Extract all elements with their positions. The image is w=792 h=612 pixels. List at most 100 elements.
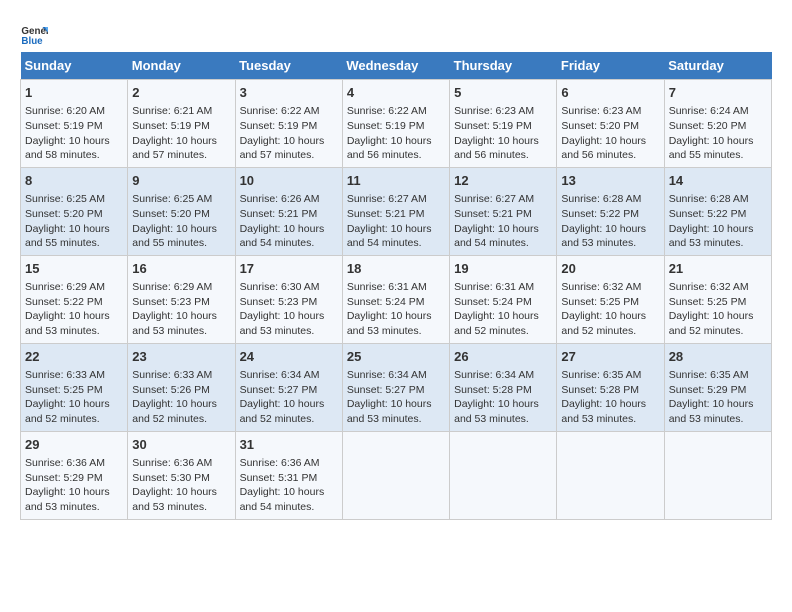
day-number: 9 [132, 172, 230, 190]
calendar-cell: 23 Sunrise: 6:33 AM Sunset: 5:26 PM Dayli… [128, 343, 235, 431]
day-number: 17 [240, 260, 338, 278]
calendar-cell [450, 431, 557, 519]
day-number: 14 [669, 172, 767, 190]
calendar-cell: 4Sunrise: 6:22 AM Sunset: 5:19 PM Daylig… [342, 80, 449, 168]
day-info: Sunrise: 6:22 AM Sunset: 5:19 PM Dayligh… [240, 104, 338, 163]
calendar-row: 29 Sunrise: 6:36 AM Sunset: 5:29 PM Dayli… [21, 431, 772, 519]
calendar-cell: 21Sunrise: 6:32 AM Sunset: 5:25 PM Dayli… [664, 255, 771, 343]
day-info: Sunrise: 6:35 AM Sunset: 5:28 PM Dayligh… [561, 368, 659, 427]
calendar-cell: 10Sunrise: 6:26 AM Sunset: 5:21 PM Dayli… [235, 167, 342, 255]
day-number: 2 [132, 84, 230, 102]
day-info: Sunrise: 6:33 AM Sunset: 5:25 PM Dayligh… [25, 368, 123, 427]
day-number: 12 [454, 172, 552, 190]
calendar-cell: 14 Sunrise: 6:28 AM Sunset: 5:22 PM Dayli… [664, 167, 771, 255]
day-info: Sunrise: 6:26 AM Sunset: 5:21 PM Dayligh… [240, 192, 338, 251]
day-number: 20 [561, 260, 659, 278]
day-info: Sunrise: 6:21 AM Sunset: 5:19 PM Dayligh… [132, 104, 230, 163]
day-info: Sunrise: 6:23 AM Sunset: 5:19 PM Dayligh… [454, 104, 552, 163]
calendar-cell: 28 Sunrise: 6:35 AM Sunset: 5:29 PM Dayli… [664, 343, 771, 431]
day-info: Sunrise: 6:35 AM Sunset: 5:29 PM Dayligh… [669, 368, 767, 427]
day-info: Sunrise: 6:36 AM Sunset: 5:29 PM Dayligh… [25, 456, 123, 515]
svg-text:Blue: Blue [21, 36, 43, 47]
calendar-cell: 20Sunrise: 6:32 AM Sunset: 5:25 PM Dayli… [557, 255, 664, 343]
day-info: Sunrise: 6:27 AM Sunset: 5:21 PM Dayligh… [454, 192, 552, 251]
header-cell-friday: Friday [557, 52, 664, 80]
calendar-cell: 27 Sunrise: 6:35 AM Sunset: 5:28 PM Dayli… [557, 343, 664, 431]
day-number: 31 [240, 436, 338, 454]
calendar-cell: 19 Sunrise: 6:31 AM Sunset: 5:24 PM Dayli… [450, 255, 557, 343]
day-number: 11 [347, 172, 445, 190]
day-info: Sunrise: 6:25 AM Sunset: 5:20 PM Dayligh… [132, 192, 230, 251]
calendar-cell: 6 Sunrise: 6:23 AM Sunset: 5:20 PM Daylig… [557, 80, 664, 168]
day-info: Sunrise: 6:20 AM Sunset: 5:19 PM Dayligh… [25, 104, 123, 163]
calendar-cell: 30 Sunrise: 6:36 AM Sunset: 5:30 PM Dayli… [128, 431, 235, 519]
calendar-row: 1 Sunrise: 6:20 AM Sunset: 5:19 PM Daylig… [21, 80, 772, 168]
day-info: Sunrise: 6:28 AM Sunset: 5:22 PM Dayligh… [669, 192, 767, 251]
header-cell-saturday: Saturday [664, 52, 771, 80]
day-number: 16 [132, 260, 230, 278]
calendar-cell: 17 Sunrise: 6:30 AM Sunset: 5:23 PM Dayli… [235, 255, 342, 343]
day-number: 22 [25, 348, 123, 366]
header-cell-monday: Monday [128, 52, 235, 80]
day-number: 28 [669, 348, 767, 366]
day-number: 29 [25, 436, 123, 454]
calendar-cell: 11 Sunrise: 6:27 AM Sunset: 5:21 PM Dayli… [342, 167, 449, 255]
day-info: Sunrise: 6:28 AM Sunset: 5:22 PM Dayligh… [561, 192, 659, 251]
header-cell-sunday: Sunday [21, 52, 128, 80]
day-info: Sunrise: 6:22 AM Sunset: 5:19 PM Dayligh… [347, 104, 445, 163]
day-info: Sunrise: 6:29 AM Sunset: 5:23 PM Dayligh… [132, 280, 230, 339]
calendar-cell [664, 431, 771, 519]
calendar-header-row: SundayMondayTuesdayWednesdayThursdayFrid… [21, 52, 772, 80]
calendar-row: 8 Sunrise: 6:25 AM Sunset: 5:20 PM Daylig… [21, 167, 772, 255]
day-info: Sunrise: 6:29 AM Sunset: 5:22 PM Dayligh… [25, 280, 123, 339]
day-info: Sunrise: 6:27 AM Sunset: 5:21 PM Dayligh… [347, 192, 445, 251]
calendar-cell: 31 Sunrise: 6:36 AM Sunset: 5:31 PM Dayli… [235, 431, 342, 519]
calendar-table: SundayMondayTuesdayWednesdayThursdayFrid… [20, 52, 772, 520]
day-info: Sunrise: 6:34 AM Sunset: 5:27 PM Dayligh… [347, 368, 445, 427]
calendar-row: 22 Sunrise: 6:33 AM Sunset: 5:25 PM Dayli… [21, 343, 772, 431]
calendar-cell [557, 431, 664, 519]
calendar-cell: 18Sunrise: 6:31 AM Sunset: 5:24 PM Dayli… [342, 255, 449, 343]
calendar-cell: 1 Sunrise: 6:20 AM Sunset: 5:19 PM Daylig… [21, 80, 128, 168]
header-cell-wednesday: Wednesday [342, 52, 449, 80]
day-number: 25 [347, 348, 445, 366]
day-info: Sunrise: 6:36 AM Sunset: 5:31 PM Dayligh… [240, 456, 338, 515]
day-number: 3 [240, 84, 338, 102]
calendar-body: 1 Sunrise: 6:20 AM Sunset: 5:19 PM Daylig… [21, 80, 772, 520]
day-number: 18 [347, 260, 445, 278]
header-cell-thursday: Thursday [450, 52, 557, 80]
header: General Blue [20, 20, 772, 48]
day-number: 7 [669, 84, 767, 102]
calendar-cell: 8 Sunrise: 6:25 AM Sunset: 5:20 PM Daylig… [21, 167, 128, 255]
calendar-cell: 9 Sunrise: 6:25 AM Sunset: 5:20 PM Daylig… [128, 167, 235, 255]
day-info: Sunrise: 6:36 AM Sunset: 5:30 PM Dayligh… [132, 456, 230, 515]
logo: General Blue [20, 20, 52, 48]
day-number: 30 [132, 436, 230, 454]
calendar-cell: 29 Sunrise: 6:36 AM Sunset: 5:29 PM Dayli… [21, 431, 128, 519]
calendar-cell: 16 Sunrise: 6:29 AM Sunset: 5:23 PM Dayli… [128, 255, 235, 343]
day-number: 27 [561, 348, 659, 366]
day-number: 8 [25, 172, 123, 190]
day-number: 5 [454, 84, 552, 102]
day-number: 23 [132, 348, 230, 366]
calendar-cell: 26Sunrise: 6:34 AM Sunset: 5:28 PM Dayli… [450, 343, 557, 431]
day-info: Sunrise: 6:33 AM Sunset: 5:26 PM Dayligh… [132, 368, 230, 427]
day-info: Sunrise: 6:34 AM Sunset: 5:28 PM Dayligh… [454, 368, 552, 427]
day-info: Sunrise: 6:23 AM Sunset: 5:20 PM Dayligh… [561, 104, 659, 163]
day-info: Sunrise: 6:31 AM Sunset: 5:24 PM Dayligh… [454, 280, 552, 339]
day-number: 19 [454, 260, 552, 278]
day-number: 15 [25, 260, 123, 278]
day-info: Sunrise: 6:32 AM Sunset: 5:25 PM Dayligh… [669, 280, 767, 339]
calendar-cell: 25 Sunrise: 6:34 AM Sunset: 5:27 PM Dayli… [342, 343, 449, 431]
day-info: Sunrise: 6:25 AM Sunset: 5:20 PM Dayligh… [25, 192, 123, 251]
day-number: 6 [561, 84, 659, 102]
header-cell-tuesday: Tuesday [235, 52, 342, 80]
day-info: Sunrise: 6:30 AM Sunset: 5:23 PM Dayligh… [240, 280, 338, 339]
calendar-cell: 7Sunrise: 6:24 AM Sunset: 5:20 PM Daylig… [664, 80, 771, 168]
calendar-cell: 5 Sunrise: 6:23 AM Sunset: 5:19 PM Daylig… [450, 80, 557, 168]
day-number: 1 [25, 84, 123, 102]
calendar-cell: 24Sunrise: 6:34 AM Sunset: 5:27 PM Dayli… [235, 343, 342, 431]
calendar-cell: 2 Sunrise: 6:21 AM Sunset: 5:19 PM Daylig… [128, 80, 235, 168]
calendar-cell: 22 Sunrise: 6:33 AM Sunset: 5:25 PM Dayli… [21, 343, 128, 431]
calendar-cell: 3 Sunrise: 6:22 AM Sunset: 5:19 PM Daylig… [235, 80, 342, 168]
